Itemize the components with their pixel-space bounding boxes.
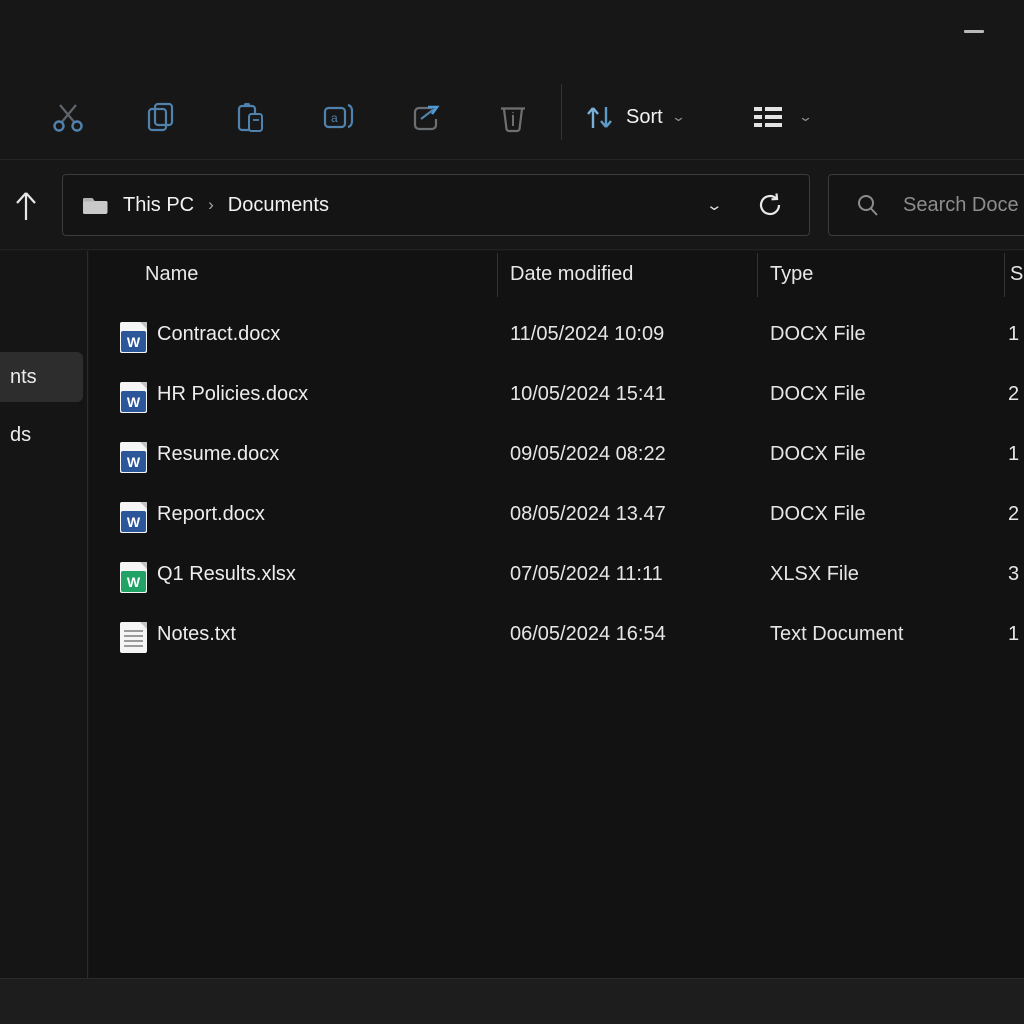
- column-header-modified[interactable]: Date modified: [510, 263, 633, 286]
- file-type: Text Document: [770, 623, 903, 646]
- chevron-down-icon: ⌄: [798, 109, 813, 125]
- content-area: nts ds Name Date modified Type S: [0, 251, 1024, 978]
- column-header-size[interactable]: S: [1010, 263, 1023, 286]
- file-name: HR Policies.docx: [157, 383, 308, 406]
- sidebar-item-documents[interactable]: nts: [0, 352, 83, 402]
- sort-label: Sort: [626, 106, 663, 129]
- file-name: Notes.txt: [157, 623, 236, 646]
- status-bar: [0, 978, 1024, 1024]
- file-list: W Contract.docx 11/05/2024 10:09 DOCX Fi…: [89, 307, 1024, 667]
- column-header-name[interactable]: Name: [145, 263, 198, 286]
- minimize-button[interactable]: [955, 18, 993, 44]
- search-icon: [855, 192, 881, 218]
- view-options-button[interactable]: ⌄: [748, 90, 811, 144]
- refresh-icon[interactable]: [755, 189, 785, 221]
- sidebar-item-label: ds: [10, 424, 31, 447]
- copy-button[interactable]: [134, 90, 186, 144]
- file-type: DOCX File: [770, 383, 866, 406]
- file-modified: 06/05/2024 16:54: [510, 623, 666, 646]
- file-row[interactable]: W Resume.docx 09/05/2024 08:22 DOCX File…: [89, 427, 1024, 487]
- file-modified: 07/05/2024 11:11: [510, 563, 663, 586]
- file-modified: 08/05/2024 13.47: [510, 503, 666, 526]
- scissors-icon: [50, 99, 86, 135]
- file-name: Contract.docx: [157, 323, 280, 346]
- details-view-icon: [748, 101, 788, 133]
- svg-text:a: a: [331, 111, 338, 125]
- delete-button[interactable]: [487, 90, 539, 144]
- title-bar: [0, 0, 1024, 74]
- cut-button[interactable]: [42, 90, 94, 144]
- minimize-icon: [964, 30, 984, 33]
- share-button[interactable]: [401, 90, 453, 144]
- file-name: Q1 Results.xlsx: [157, 563, 296, 586]
- navigation-bar: This PC › Documents ⌄ Search Doce: [0, 161, 1024, 250]
- file-size: 1: [1008, 623, 1019, 646]
- file-row[interactable]: W HR Policies.docx 10/05/2024 15:41 DOCX…: [89, 367, 1024, 427]
- file-row[interactable]: W Q1 Results.xlsx 07/05/2024 11:11 XLSX …: [89, 547, 1024, 607]
- column-header-row: Name Date modified Type S: [89, 251, 1024, 303]
- file-row[interactable]: W Report.docx 08/05/2024 13.47 DOCX File…: [89, 487, 1024, 547]
- address-bar[interactable]: This PC › Documents ⌄: [62, 174, 810, 236]
- breadcrumb-separator-icon: ›: [208, 195, 214, 215]
- file-type: DOCX File: [770, 323, 866, 346]
- file-size: 2: [1008, 503, 1019, 526]
- file-type: DOCX File: [770, 443, 866, 466]
- toolbar-separator: [561, 84, 562, 140]
- file-explorer-window: a Sort ⌄: [0, 0, 1024, 1024]
- column-divider[interactable]: [757, 253, 758, 297]
- file-row[interactable]: Notes.txt 06/05/2024 16:54 Text Document…: [89, 607, 1024, 667]
- file-size: 3: [1008, 563, 1019, 586]
- share-icon: [408, 99, 446, 135]
- file-modified: 11/05/2024 10:09: [510, 323, 664, 346]
- breadcrumb: This PC › Documents: [63, 193, 708, 217]
- file-name: Resume.docx: [157, 443, 279, 466]
- sidebar-item-downloads[interactable]: ds: [0, 410, 83, 460]
- paste-icon: [232, 99, 268, 135]
- search-input[interactable]: Search Doce: [828, 174, 1024, 236]
- paste-button[interactable]: [224, 90, 276, 144]
- folder-icon: [81, 193, 109, 217]
- rename-icon: a: [319, 99, 357, 135]
- rename-button[interactable]: a: [312, 90, 364, 144]
- file-type: XLSX File: [770, 563, 859, 586]
- chevron-down-icon: ⌄: [671, 109, 686, 125]
- search-placeholder: Search Doce: [903, 194, 1019, 217]
- up-arrow-icon: [9, 187, 43, 225]
- word-file-icon: W: [120, 442, 147, 473]
- word-file-icon: W: [120, 322, 147, 353]
- file-size: 2: [1008, 383, 1019, 406]
- column-divider[interactable]: [497, 253, 498, 297]
- address-dropdown-chevron-icon[interactable]: ⌄: [706, 196, 724, 214]
- up-button[interactable]: [6, 183, 46, 229]
- sort-arrows-icon: [582, 100, 616, 134]
- text-file-icon: [120, 622, 147, 653]
- sort-button[interactable]: Sort ⌄: [582, 90, 684, 144]
- word-file-icon: W: [120, 382, 147, 413]
- trash-icon: [495, 99, 531, 135]
- copy-icon: [142, 99, 178, 135]
- command-toolbar: a Sort ⌄: [0, 74, 1024, 160]
- breadcrumb-root[interactable]: This PC: [123, 194, 194, 217]
- file-row[interactable]: W Contract.docx 11/05/2024 10:09 DOCX Fi…: [89, 307, 1024, 367]
- file-type: DOCX File: [770, 503, 866, 526]
- breadcrumb-current[interactable]: Documents: [228, 194, 329, 217]
- sidebar-item-label: nts: [10, 366, 37, 389]
- file-name: Report.docx: [157, 503, 265, 526]
- excel-file-icon: W: [120, 562, 147, 593]
- file-modified: 09/05/2024 08:22: [510, 443, 666, 466]
- column-header-type[interactable]: Type: [770, 263, 813, 286]
- file-list-pane: Name Date modified Type S W Contract.doc…: [89, 251, 1024, 978]
- word-file-icon: W: [120, 502, 147, 533]
- file-modified: 10/05/2024 15:41: [510, 383, 666, 406]
- file-size: 1: [1008, 323, 1019, 346]
- file-size: 1: [1008, 443, 1019, 466]
- sidebar: nts ds: [0, 251, 88, 978]
- column-divider[interactable]: [1004, 253, 1005, 297]
